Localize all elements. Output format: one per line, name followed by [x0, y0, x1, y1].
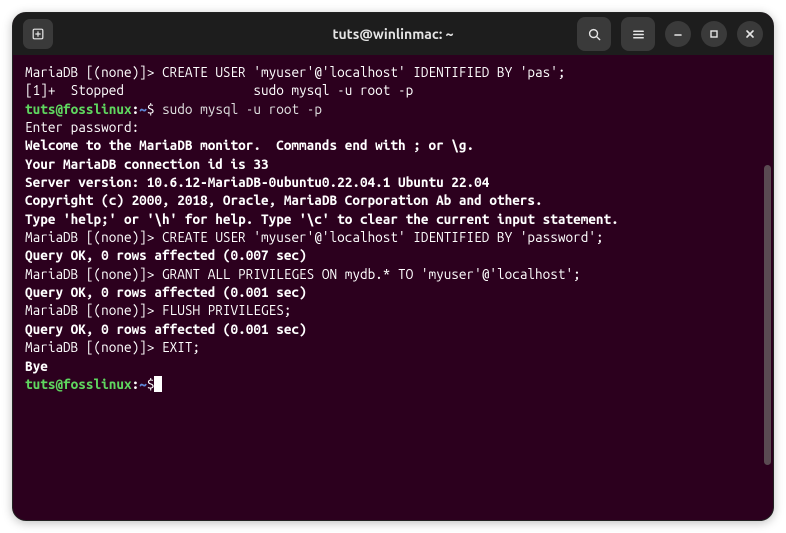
mariadb-prompt: MariaDB [(none)]> [25, 302, 162, 318]
mariadb-prompt: MariaDB [(none)]> [25, 229, 162, 245]
menu-button[interactable] [621, 17, 655, 51]
search-button[interactable] [577, 17, 611, 51]
window-title: tuts@winlinmac: ~ [332, 26, 453, 42]
terminal-line: MariaDB [(none)]> GRANT ALL PRIVILEGES O… [25, 265, 761, 283]
terminal-line: Query OK, 0 rows affected (0.007 sec) [25, 246, 761, 264]
terminal-line: Type 'help;' or '\h' for help. Type '\c'… [25, 210, 761, 228]
terminal-window: tuts@winlinmac: ~ MariaDB [(none)]> CREA… [12, 12, 774, 521]
cursor [154, 376, 162, 392]
sql-command: CREATE USER 'myuser'@'localhost' IDENTIF… [162, 64, 565, 80]
scrollbar[interactable] [764, 165, 771, 465]
terminal-line: MariaDB [(none)]> FLUSH PRIVILEGES; [25, 301, 761, 319]
new-tab-button[interactable] [23, 19, 53, 49]
prompt-user: tuts@fosslinux [25, 101, 132, 117]
mariadb-prompt: MariaDB [(none)]> [25, 64, 162, 80]
terminal-line: Query OK, 0 rows affected (0.001 sec) [25, 283, 761, 301]
terminal-line: MariaDB [(none)]> CREATE USER 'myuser'@'… [25, 228, 761, 246]
sql-command: CREATE USER 'myuser'@'localhost' IDENTIF… [162, 229, 604, 245]
terminal-line: [1]+ Stopped sudo mysql -u root -p [25, 81, 761, 99]
maximize-button[interactable] [701, 21, 727, 47]
mariadb-prompt: MariaDB [(none)]> [25, 266, 162, 282]
terminal-line: MariaDB [(none)]> CREATE USER 'myuser'@'… [25, 63, 761, 81]
terminal-line: Server version: 10.6.12-MariaDB-0ubuntu0… [25, 173, 761, 191]
shell-command: sudo mysql -u root -p [154, 101, 321, 117]
hamburger-icon [631, 27, 646, 42]
sql-command: EXIT; [162, 339, 200, 355]
close-button[interactable] [737, 21, 763, 47]
terminal-line: Your MariaDB connection id is 33 [25, 155, 761, 173]
close-icon [744, 28, 756, 40]
mariadb-prompt: MariaDB [(none)]> [25, 339, 162, 355]
search-icon [587, 27, 602, 42]
prompt-user: tuts@fosslinux [25, 376, 132, 392]
sql-command: FLUSH PRIVILEGES; [162, 302, 291, 318]
maximize-icon [708, 28, 720, 40]
terminal-line: Copyright (c) 2000, 2018, Oracle, MariaD… [25, 191, 761, 209]
terminal-line: Query OK, 0 rows affected (0.001 sec) [25, 320, 761, 338]
terminal-line: Enter password: [25, 118, 761, 136]
terminal-line: Bye [25, 357, 761, 375]
terminal-line: tuts@fosslinux:~$ sudo mysql -u root -p [25, 100, 761, 118]
minimize-icon [672, 28, 684, 40]
terminal-body[interactable]: MariaDB [(none)]> CREATE USER 'myuser'@'… [13, 55, 773, 520]
terminal-line: Welcome to the MariaDB monitor. Commands… [25, 136, 761, 154]
minimize-button[interactable] [665, 21, 691, 47]
titlebar-right [577, 17, 763, 51]
titlebar-left [23, 19, 53, 49]
prompt-path: ~ [139, 376, 147, 392]
prompt-path: ~ [139, 101, 147, 117]
terminal-line: MariaDB [(none)]> EXIT; [25, 338, 761, 356]
sql-command: GRANT ALL PRIVILEGES ON mydb.* TO 'myuse… [162, 266, 581, 282]
terminal-line: tuts@fosslinux:~$ [25, 375, 761, 393]
titlebar: tuts@winlinmac: ~ [13, 13, 773, 55]
